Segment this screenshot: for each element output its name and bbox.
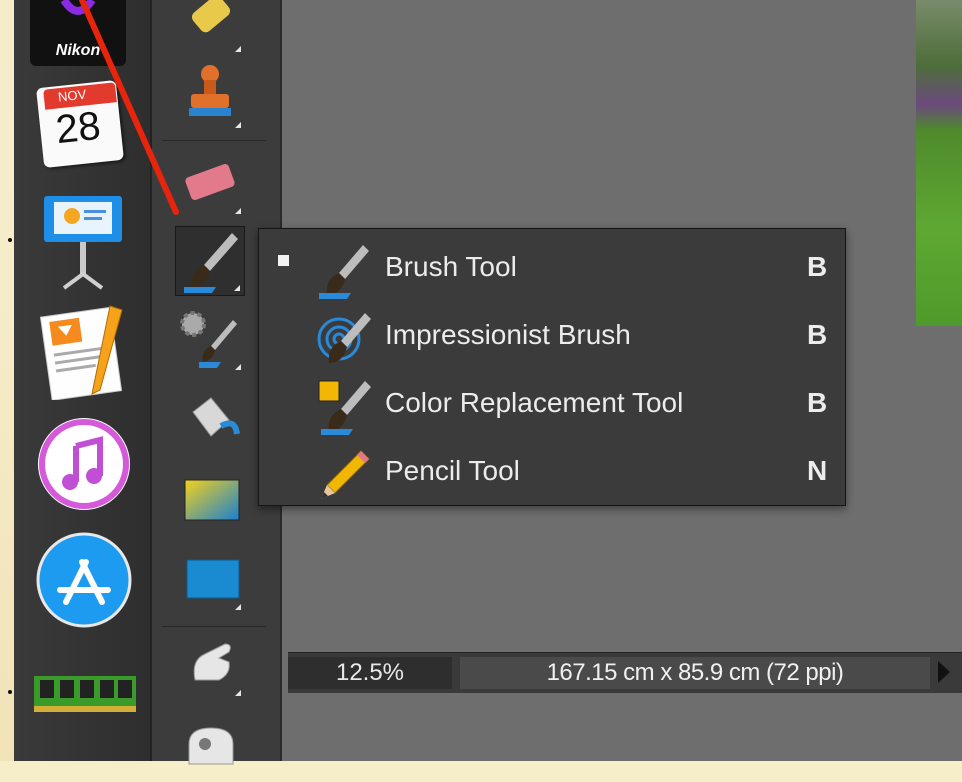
submenu-indicator bbox=[235, 690, 241, 696]
brush-icon bbox=[319, 245, 369, 299]
menu-item-label: Pencil Tool bbox=[385, 455, 520, 486]
image-preview bbox=[916, 0, 962, 326]
selected-indicator bbox=[278, 255, 289, 266]
impressionist-brush-icon bbox=[317, 313, 371, 363]
shortcut-key: N bbox=[807, 455, 828, 486]
pencil-icon bbox=[321, 450, 370, 499]
submenu-indicator bbox=[234, 285, 240, 291]
toolbox-separator bbox=[162, 626, 266, 627]
pages-app-icon[interactable] bbox=[39, 300, 132, 401]
brush-tool-button[interactable] bbox=[175, 226, 245, 296]
calendar-month: NOV bbox=[57, 86, 87, 105]
status-menu-arrow-icon[interactable] bbox=[938, 661, 950, 683]
nikon-app-icon[interactable]: Nikon bbox=[30, 0, 126, 66]
zoom-level-field[interactable]: 12.5% bbox=[288, 657, 452, 689]
menu-item-label: Brush Tool bbox=[385, 251, 517, 282]
shortcut-key: B bbox=[807, 251, 828, 282]
paint-bucket-icon bbox=[192, 397, 240, 437]
calendar-day: 28 bbox=[53, 103, 103, 153]
menu-item-brush-tool[interactable]: Brush Tool B bbox=[259, 235, 845, 303]
menu-item-color-replacement-tool[interactable]: Color Replacement Tool B bbox=[259, 371, 845, 439]
color-replacement-icon bbox=[318, 380, 371, 435]
running-indicator bbox=[8, 238, 12, 242]
gradient-icon bbox=[184, 479, 240, 521]
app-store-app-icon[interactable] bbox=[36, 532, 132, 628]
submenu-indicator bbox=[235, 604, 241, 610]
calendar-app-icon[interactable]: NOV 28 bbox=[36, 80, 124, 168]
shortcut-key: B bbox=[807, 387, 828, 418]
running-indicator bbox=[8, 690, 12, 694]
healing-tool-button[interactable] bbox=[175, 0, 245, 56]
keynote-app-icon[interactable] bbox=[40, 192, 126, 292]
nikon-label: Nikon bbox=[55, 42, 101, 59]
menu-item-label: Color Replacement Tool bbox=[385, 387, 684, 418]
submenu-indicator bbox=[235, 208, 241, 214]
clone-stamp-tool-button[interactable] bbox=[175, 62, 245, 132]
brush-tool-flyout-menu: Brush Tool B Impressionist Brush B Color… bbox=[258, 228, 846, 506]
shape-tool-button[interactable] bbox=[175, 544, 245, 614]
ram-chip-icon bbox=[34, 676, 136, 712]
memory-app-icon[interactable] bbox=[32, 668, 138, 714]
menu-item-impressionist-brush[interactable]: Impressionist Brush B bbox=[259, 303, 845, 371]
app-store-icon bbox=[36, 532, 132, 628]
document-size-info: 167.15 cm x 85.9 cm (72 ppi) bbox=[460, 657, 930, 689]
smudge-tool-button[interactable] bbox=[175, 630, 245, 700]
submenu-indicator bbox=[235, 46, 241, 52]
itunes-icon bbox=[38, 418, 130, 510]
toolbox-separator bbox=[162, 140, 266, 141]
macos-dock: Nikon NOV 28 bbox=[8, 0, 150, 761]
submenu-indicator bbox=[235, 122, 241, 128]
pages-icon bbox=[39, 305, 123, 401]
shortcut-key: B bbox=[807, 319, 828, 350]
gradient-tool-button[interactable] bbox=[175, 464, 245, 534]
sponge-icon bbox=[188, 727, 234, 765]
sponge-tool-button[interactable] bbox=[175, 708, 245, 778]
itunes-app-icon[interactable] bbox=[36, 416, 132, 512]
keynote-icon bbox=[44, 196, 122, 290]
eraser-tool-button[interactable] bbox=[175, 148, 245, 218]
submenu-indicator bbox=[235, 364, 241, 370]
status-bar: 12.5% 167.15 cm x 85.9 cm (72 ppi) bbox=[288, 652, 962, 693]
paint-bucket-tool-button[interactable] bbox=[175, 382, 245, 452]
menu-item-pencil-tool[interactable]: Pencil Tool N bbox=[259, 439, 845, 507]
menu-item-label: Impressionist Brush bbox=[385, 319, 631, 350]
smart-brush-tool-button[interactable] bbox=[175, 304, 245, 374]
